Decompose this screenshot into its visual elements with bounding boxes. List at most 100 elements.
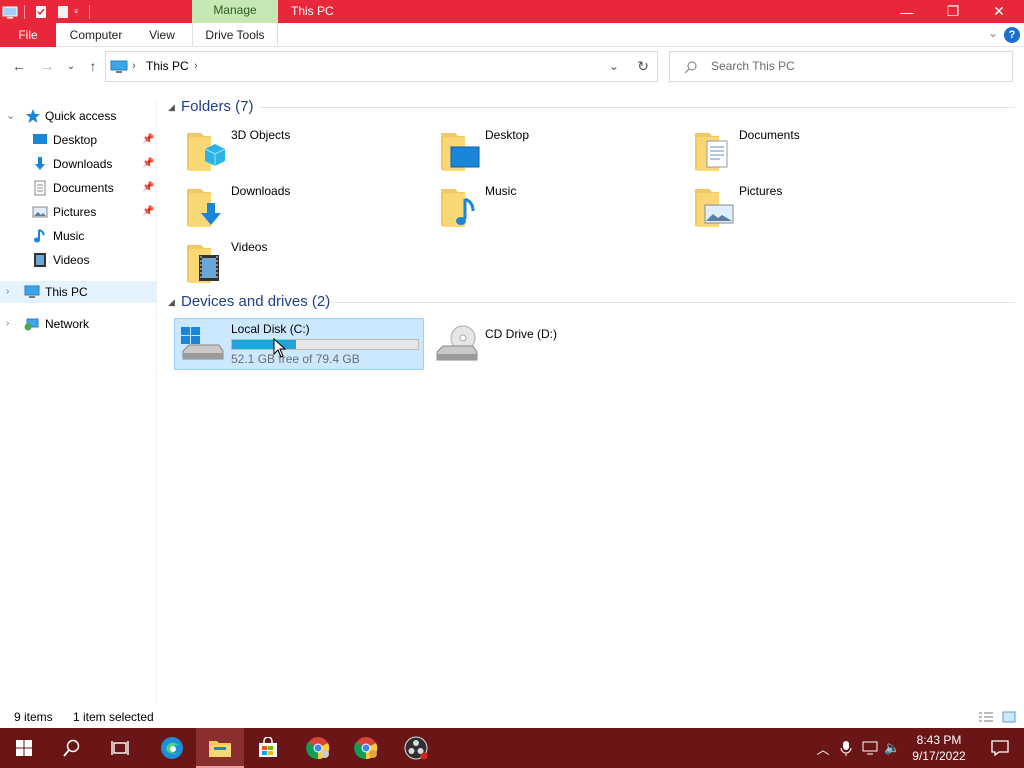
expand-ribbon-icon[interactable]: ⌄ bbox=[988, 26, 998, 40]
drives-group-header[interactable]: ◢ Devices and drives (2) bbox=[165, 291, 1015, 313]
nav-quick-access[interactable]: ⌄ Quick access bbox=[0, 105, 156, 127]
large-icons-view-icon[interactable] bbox=[1002, 711, 1016, 723]
mouse-cursor-icon bbox=[273, 338, 287, 358]
folder-name: 3D Objects bbox=[231, 128, 291, 142]
customize-qat-icon[interactable] bbox=[73, 4, 83, 20]
obs-taskbar-button[interactable] bbox=[392, 728, 440, 768]
chrome-icon bbox=[354, 737, 378, 760]
system-tray: ︿ 🔈 bbox=[812, 728, 900, 768]
network-tray-icon[interactable] bbox=[862, 741, 878, 755]
expand-chevron-icon[interactable]: › bbox=[6, 313, 9, 335]
chrome-profile-taskbar-button[interactable] bbox=[342, 728, 390, 768]
nav-label: Quick access bbox=[45, 109, 117, 123]
breadcrumb-chevron-icon[interactable]: › bbox=[132, 52, 136, 81]
nav-label: Desktop bbox=[53, 133, 98, 147]
folder-tile-3d-objects[interactable]: 3D Objects bbox=[165, 127, 410, 179]
folder-name: Videos bbox=[231, 240, 268, 254]
minimize-button[interactable]: — bbox=[884, 0, 930, 23]
back-button[interactable]: ← bbox=[10, 57, 28, 75]
refresh-icon[interactable]: ↻ bbox=[637, 52, 649, 81]
search-icon bbox=[684, 61, 697, 74]
nav-label: Downloads bbox=[53, 157, 113, 171]
search-box[interactable]: Search This PC bbox=[669, 51, 1013, 82]
task-view-button[interactable] bbox=[96, 728, 144, 768]
minimize-icon: — bbox=[900, 3, 914, 20]
new-folder-icon[interactable] bbox=[55, 4, 71, 20]
nav-this-pc[interactable]: › This PC bbox=[0, 281, 156, 303]
breadcrumb-this-pc[interactable]: This PC bbox=[146, 52, 189, 81]
drive-tile-local-disk-c[interactable]: Local Disk (C:) 52.1 GB free of 79.4 GB bbox=[174, 318, 424, 370]
folder-tile-downloads[interactable]: Downloads bbox=[165, 183, 410, 235]
file-explorer-taskbar-button[interactable] bbox=[196, 728, 244, 768]
volume-icon[interactable]: 🔈 bbox=[884, 740, 900, 756]
documents-icon bbox=[34, 180, 46, 196]
file-explorer-icon bbox=[209, 741, 231, 757]
music-icon bbox=[34, 229, 45, 243]
folders-group-header[interactable]: ◢ Folders (7) bbox=[165, 96, 1015, 118]
downloads-folder-icon bbox=[187, 189, 221, 227]
start-button[interactable] bbox=[0, 728, 48, 768]
address-dropdown-icon[interactable]: ⌄ bbox=[609, 52, 619, 81]
qat-separator bbox=[24, 4, 25, 19]
nav-quick-documents[interactable]: Documents 📌 bbox=[0, 177, 156, 199]
desktop-folder-icon bbox=[441, 133, 480, 171]
collapse-chevron-icon[interactable]: ⌄ bbox=[6, 105, 15, 127]
folder-tile-music[interactable]: Music bbox=[419, 183, 664, 235]
nav-label: Videos bbox=[53, 253, 90, 267]
help-icon[interactable]: ? bbox=[1004, 27, 1020, 43]
nav-quick-pictures[interactable]: Pictures 📌 bbox=[0, 201, 156, 223]
store-taskbar-button[interactable] bbox=[244, 728, 292, 768]
nav-network[interactable]: › Network bbox=[0, 313, 156, 335]
folder-tile-videos[interactable]: Videos bbox=[165, 239, 410, 291]
videos-folder-icon bbox=[187, 245, 219, 283]
music-folder-icon bbox=[441, 189, 475, 227]
collapse-group-icon[interactable]: ◢ bbox=[168, 291, 175, 313]
recent-locations-icon[interactable]: ⌄ bbox=[62, 57, 80, 75]
taskbar: ︿ 🔈 8:43 PM 9/17/2022 bbox=[0, 728, 1024, 768]
nav-quick-music[interactable]: Music bbox=[0, 225, 156, 247]
close-button[interactable]: ✕ bbox=[976, 0, 1022, 23]
properties-icon[interactable] bbox=[33, 4, 49, 20]
folder-tile-desktop[interactable]: Desktop bbox=[419, 127, 664, 179]
this-pc-icon bbox=[110, 60, 128, 73]
collapse-group-icon[interactable]: ◢ bbox=[168, 96, 175, 118]
group-title: Devices and drives (2) bbox=[181, 293, 331, 310]
expand-chevron-icon[interactable]: › bbox=[6, 281, 9, 303]
notifications-icon bbox=[991, 740, 1009, 756]
manage-context-tab[interactable]: Manage bbox=[192, 0, 278, 23]
maximize-button[interactable]: ❐ bbox=[930, 0, 976, 23]
videos-icon bbox=[34, 253, 46, 267]
drive-name: CD Drive (D:) bbox=[485, 327, 557, 341]
microphone-icon[interactable] bbox=[840, 740, 852, 756]
pin-icon: 📌 bbox=[142, 134, 155, 145]
tab-drive-tools[interactable]: Drive Tools bbox=[192, 23, 278, 47]
tab-file[interactable]: File bbox=[0, 23, 56, 47]
folder-tile-pictures[interactable]: Pictures bbox=[673, 183, 918, 235]
folder-name: Downloads bbox=[231, 184, 291, 198]
breadcrumb-chevron-icon[interactable]: › bbox=[194, 52, 198, 81]
nav-quick-downloads[interactable]: Downloads 📌 bbox=[0, 153, 156, 175]
edge-taskbar-button[interactable] bbox=[148, 728, 196, 768]
nav-label: Pictures bbox=[53, 205, 97, 219]
window-title: This PC bbox=[291, 4, 334, 18]
task-view-icon bbox=[111, 741, 129, 755]
forward-button[interactable]: → bbox=[38, 57, 56, 75]
details-view-icon[interactable] bbox=[978, 711, 994, 723]
nav-quick-videos[interactable]: Videos bbox=[0, 249, 156, 271]
chrome-taskbar-button[interactable] bbox=[294, 728, 342, 768]
nav-quick-desktop[interactable]: Desktop 📌 bbox=[0, 129, 156, 151]
documents-folder-icon bbox=[695, 133, 728, 171]
pin-icon: 📌 bbox=[142, 206, 155, 217]
tab-view[interactable]: View bbox=[136, 23, 188, 47]
cd-drive-icon bbox=[436, 325, 478, 361]
address-bar[interactable]: › This PC › ⌄ ↻ bbox=[105, 51, 658, 82]
action-center-button[interactable] bbox=[976, 728, 1024, 768]
taskbar-clock[interactable]: 8:43 PM 9/17/2022 bbox=[904, 732, 974, 764]
tab-computer[interactable]: Computer bbox=[56, 23, 136, 47]
show-hidden-icons-icon[interactable]: ︿ bbox=[812, 739, 834, 758]
quick-access-toolbar bbox=[0, 0, 96, 23]
up-button[interactable]: ↑ bbox=[84, 57, 102, 75]
search-taskbar-button[interactable] bbox=[48, 728, 96, 768]
drive-tile-cd-drive-d[interactable]: CD Drive (D:) bbox=[429, 318, 679, 370]
folder-tile-documents[interactable]: Documents bbox=[673, 127, 918, 179]
